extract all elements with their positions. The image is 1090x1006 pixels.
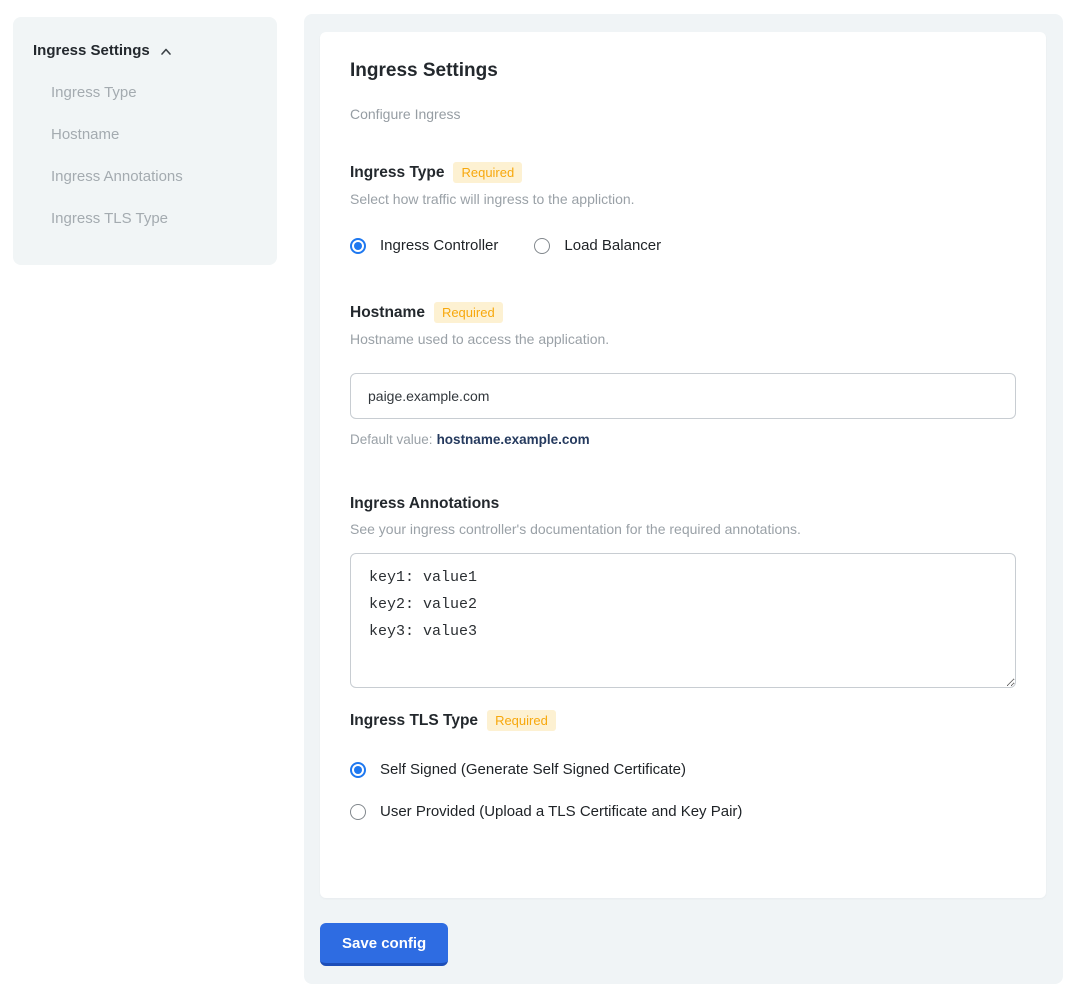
radio-button-icon[interactable] bbox=[534, 238, 550, 254]
radio-button-icon[interactable] bbox=[350, 238, 366, 254]
sidebar-item-ingress-type[interactable]: Ingress Type bbox=[51, 84, 257, 101]
settings-panel: Ingress Settings Configure Ingress Ingre… bbox=[304, 14, 1063, 984]
ingress-tls-type-label: Ingress TLS Type bbox=[350, 712, 478, 730]
section-ingress-annotations: Ingress Annotations See your ingress con… bbox=[350, 495, 1016, 688]
ingress-tls-radio-group: Self Signed (Generate Self Signed Certif… bbox=[350, 761, 1016, 820]
ingress-type-radio-group: Ingress Controller Load Balancer bbox=[350, 237, 1016, 254]
page-subtitle: Configure Ingress bbox=[350, 106, 1016, 122]
hostname-input[interactable] bbox=[350, 373, 1016, 419]
page-title: Ingress Settings bbox=[350, 60, 1016, 82]
save-config-button[interactable]: Save config bbox=[320, 923, 448, 966]
radio-label: Ingress Controller bbox=[380, 237, 498, 254]
sidebar-item-ingress-annotations[interactable]: Ingress Annotations bbox=[51, 168, 257, 185]
section-ingress-type: Ingress Type Required Select how traffic… bbox=[350, 162, 1016, 254]
ingress-annotations-label: Ingress Annotations bbox=[350, 495, 499, 513]
hostname-description: Hostname used to access the application. bbox=[350, 331, 1016, 347]
radio-button-icon[interactable] bbox=[350, 804, 366, 820]
ingress-settings-card: Ingress Settings Configure Ingress Ingre… bbox=[320, 32, 1046, 898]
ingress-type-label: Ingress Type bbox=[350, 164, 444, 182]
required-badge: Required bbox=[453, 162, 522, 183]
sidebar-group-label: Ingress Settings bbox=[33, 42, 150, 59]
hostname-label: Hostname bbox=[350, 304, 425, 322]
radio-user-provided[interactable]: User Provided (Upload a TLS Certificate … bbox=[350, 803, 1016, 820]
sidebar-group-ingress-settings[interactable]: Ingress Settings bbox=[33, 42, 257, 59]
ingress-annotations-description: See your ingress controller's documentat… bbox=[350, 521, 1016, 537]
hostname-default-hint: Default value: hostname.example.com bbox=[350, 432, 1016, 447]
section-hostname: Hostname Required Hostname used to acces… bbox=[350, 302, 1016, 447]
settings-sidebar: Ingress Settings Ingress Type Hostname I… bbox=[13, 17, 277, 265]
required-badge: Required bbox=[487, 710, 556, 731]
radio-label: Load Balancer bbox=[564, 237, 661, 254]
radio-label: User Provided (Upload a TLS Certificate … bbox=[380, 803, 742, 820]
radio-label: Self Signed (Generate Self Signed Certif… bbox=[380, 761, 686, 778]
ingress-annotations-textarea[interactable]: key1: value1 key2: value2 key3: value3 bbox=[350, 553, 1016, 688]
radio-load-balancer[interactable]: Load Balancer bbox=[534, 237, 661, 254]
radio-ingress-controller[interactable]: Ingress Controller bbox=[350, 237, 498, 254]
sidebar-item-ingress-tls-type[interactable]: Ingress TLS Type bbox=[51, 210, 257, 227]
chevron-up-icon bbox=[159, 45, 173, 59]
default-value-text: hostname.example.com bbox=[437, 432, 590, 447]
section-ingress-tls-type: Ingress TLS Type Required Self Signed (G… bbox=[350, 710, 1016, 820]
sidebar-item-hostname[interactable]: Hostname bbox=[51, 126, 257, 143]
ingress-type-description: Select how traffic will ingress to the a… bbox=[350, 191, 1016, 207]
required-badge: Required bbox=[434, 302, 503, 323]
default-value-prefix: Default value: bbox=[350, 432, 433, 447]
radio-self-signed[interactable]: Self Signed (Generate Self Signed Certif… bbox=[350, 761, 1016, 778]
page-layout: Ingress Settings Ingress Type Hostname I… bbox=[0, 0, 1090, 1006]
radio-button-icon[interactable] bbox=[350, 762, 366, 778]
